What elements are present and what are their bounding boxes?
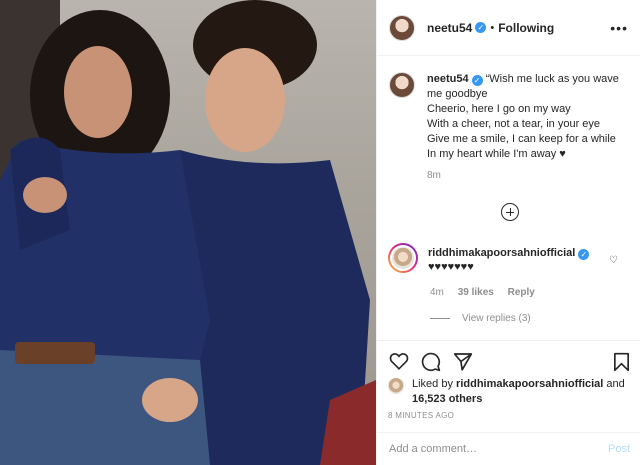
caption-time: 8m: [427, 170, 441, 181]
caption-line: Cheerio, here I go on my way: [427, 103, 571, 115]
following-button[interactable]: Following: [498, 21, 554, 35]
share-send-icon[interactable]: [453, 352, 473, 371]
verified-badge-icon: ✓: [475, 22, 487, 33]
view-replies-label[interactable]: View replies (3): [462, 313, 531, 324]
liked-by-prefix: Liked by: [412, 378, 453, 390]
replies-line: [430, 318, 450, 319]
comment-like-heart-icon[interactable]: ♡: [609, 255, 618, 266]
liker-username[interactable]: riddhimakapoorsahniofficial: [456, 378, 603, 390]
comment-bubble-icon[interactable]: [421, 352, 441, 372]
likes-count[interactable]: 16,523 others: [412, 393, 482, 405]
view-replies[interactable]: View replies (3): [430, 313, 531, 324]
post-timestamp: 8 MINUTES AGO: [388, 411, 455, 420]
like-heart-icon[interactable]: [389, 352, 409, 370]
post-photo[interactable]: [0, 0, 376, 465]
author-avatar[interactable]: [389, 14, 415, 41]
post-button[interactable]: Post: [608, 443, 630, 455]
separator-dot: •: [490, 21, 495, 34]
comment-item: riddhimakapoorsahniofficial ✓ ♥♥♥♥♥♥♥ ♡: [388, 243, 632, 274]
comment-input[interactable]: [389, 443, 608, 455]
author-username[interactable]: neetu54: [427, 21, 472, 35]
caption-avatar[interactable]: [389, 72, 415, 98]
action-bar: [377, 340, 640, 380]
photo-illustration: [0, 0, 376, 465]
add-comment-bar: Post: [377, 432, 640, 465]
comment-likes[interactable]: 39 likes: [458, 287, 494, 298]
reply-button[interactable]: Reply: [508, 287, 535, 298]
save-bookmark-icon[interactable]: [613, 352, 630, 372]
post-header: neetu54 ✓ • Following •••: [377, 0, 640, 56]
liked-by-and: and: [606, 378, 625, 390]
comment-meta: 4m 39 likes Reply: [430, 287, 546, 298]
liked-by: Liked by riddhimakapoorsahniofficial and…: [388, 377, 636, 407]
caption-line: With a cheer, not a tear, in your eye: [427, 118, 601, 130]
comment-time: 4m: [430, 287, 444, 298]
liker-avatar[interactable]: [388, 378, 404, 394]
load-more-comments-icon[interactable]: [501, 203, 519, 221]
caption-text: neetu54 ✓ “Wish me luck as you wave me go…: [427, 72, 626, 162]
commenter-username[interactable]: riddhimakapoorsahniofficial: [428, 247, 575, 259]
commenter-avatar[interactable]: [388, 243, 418, 273]
verified-badge-icon: ✓: [578, 249, 590, 260]
verified-badge-icon: ✓: [471, 75, 483, 86]
comment-text: ♥♥♥♥♥♥♥: [428, 261, 474, 273]
caption-line: Give me a smile, I can keep for a while: [427, 133, 616, 145]
caption: neetu54 ✓ “Wish me luck as you wave me go…: [377, 56, 640, 162]
more-dots-icon[interactable]: •••: [610, 20, 628, 36]
caption-line: In my heart while I'm away ♥: [427, 148, 566, 160]
caption-username[interactable]: neetu54: [427, 73, 469, 85]
